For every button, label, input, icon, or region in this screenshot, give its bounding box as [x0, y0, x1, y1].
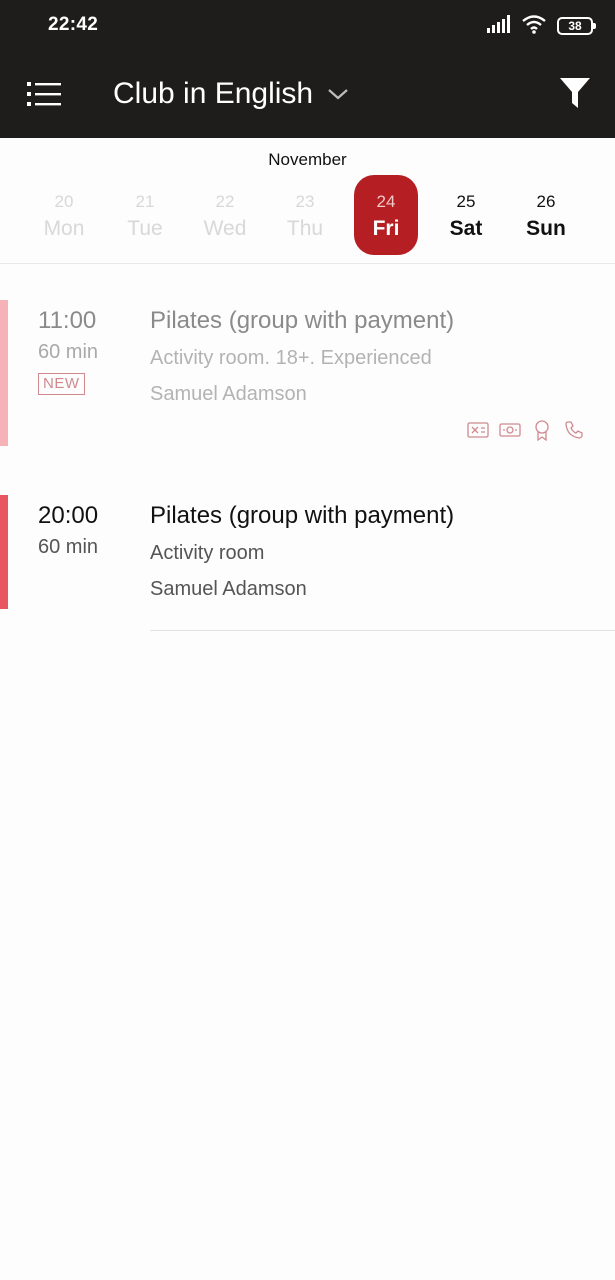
day-thu[interactable]: 23 Thu: [273, 175, 337, 255]
club-name: Club in English: [113, 77, 314, 110]
event-trainer: Samuel Adamson: [150, 578, 307, 600]
day-weekday: Sun: [526, 217, 566, 240]
day-weekday: Tue: [127, 217, 163, 240]
event-title: Pilates (group with payment): [150, 502, 455, 529]
event-trainer: Samuel Adamson: [150, 383, 307, 405]
day-weekday: Mon: [43, 217, 85, 240]
event-item[interactable]: 11:00 60 min NEW Pilates (group with pay…: [0, 300, 615, 446]
day-sat[interactable]: 25 Sat: [434, 175, 498, 255]
day-number: 21: [135, 192, 155, 211]
day-fri-selected[interactable]: 24 Fri: [354, 175, 418, 255]
day-weekday: Sat: [449, 217, 483, 240]
club-selector[interactable]: Club in English: [113, 77, 349, 111]
event-duration: 60 min: [38, 341, 99, 363]
chevron-down-icon: [327, 87, 349, 101]
wifi-icon: [521, 14, 547, 39]
list-divider: [150, 630, 615, 631]
status-bar: 22:42 38: [0, 0, 615, 52]
day-weekday: Thu: [286, 217, 324, 240]
day-wed[interactable]: 22 Wed: [193, 175, 257, 255]
signal-icon: [487, 14, 511, 38]
app-bar: Club in English: [0, 52, 615, 138]
day-number: 25: [456, 192, 476, 211]
day-number: 26: [536, 192, 556, 211]
new-badge: NEW: [38, 373, 85, 395]
status-time: 22:42: [48, 14, 99, 35]
cancel-card-icon: [467, 419, 489, 441]
week-calendar: November 20 Mon 21 Tue 22 Wed 23 Thu 24 …: [0, 138, 615, 264]
status-icons: 38: [487, 14, 596, 39]
event-title: Pilates (group with payment): [150, 307, 455, 334]
event-place: Activity room: [150, 542, 265, 564]
filter-button[interactable]: [555, 76, 595, 116]
day-mon[interactable]: 20 Mon: [32, 175, 96, 255]
phone-icon: [563, 419, 585, 441]
event-duration: 60 min: [38, 536, 99, 558]
event-status-bar: [0, 300, 8, 446]
event-item[interactable]: 20:00 60 min Pilates (group with payment…: [0, 495, 615, 609]
filter-icon: [560, 77, 590, 115]
day-tue[interactable]: 21 Tue: [113, 175, 177, 255]
event-icons: [467, 419, 585, 441]
cash-icon: [499, 419, 521, 441]
day-number: 22: [215, 192, 235, 211]
day-number: 20: [54, 192, 74, 211]
event-time: 20:00: [38, 502, 99, 529]
day-number: 24: [376, 192, 396, 211]
day-weekday: Wed: [203, 217, 247, 240]
award-icon: [531, 419, 553, 441]
day-sun[interactable]: 26 Sun: [514, 175, 578, 255]
day-weekday: Fri: [372, 217, 400, 240]
battery-icon: 38: [557, 17, 596, 35]
event-status-bar: [0, 495, 8, 609]
menu-button[interactable]: [22, 76, 66, 116]
list-icon: [27, 81, 61, 112]
month-label: November: [268, 150, 347, 169]
event-time: 11:00: [38, 307, 97, 334]
event-place: Activity room. 18+. Experienced: [150, 347, 432, 369]
day-number: 23: [295, 192, 315, 211]
